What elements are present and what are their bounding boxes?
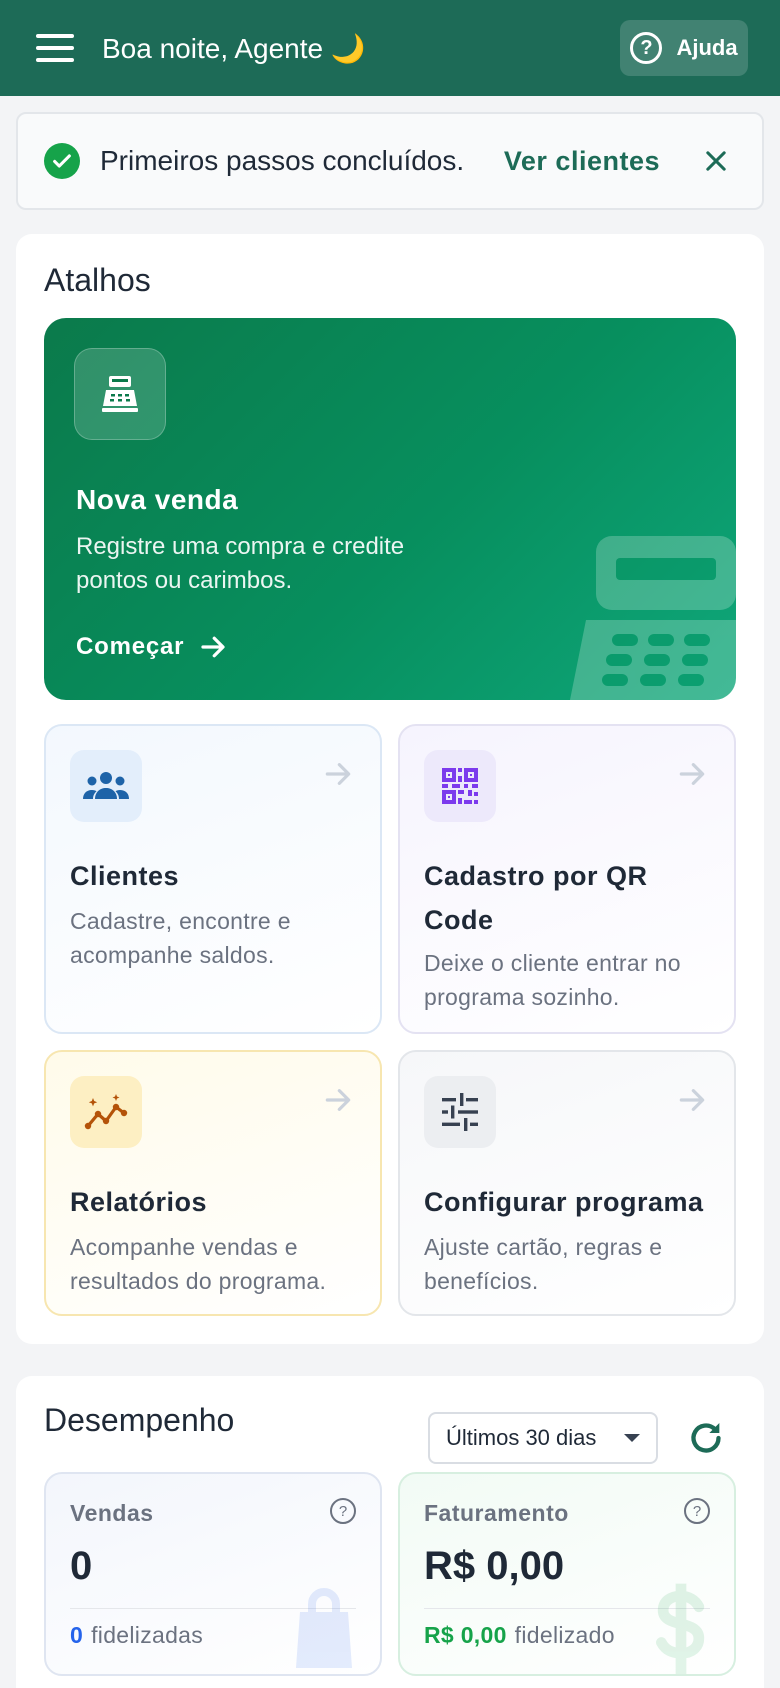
metric-subtext: R$ 0,00 fidelizado: [424, 1622, 615, 1649]
reports-card[interactable]: Relatórios Acompanhe vendas e resultados…: [44, 1050, 382, 1316]
metric-label: Vendas: [70, 1500, 154, 1526]
metric-value: R$ 0,00: [424, 1544, 565, 1588]
arrow-right-icon: [679, 1089, 705, 1111]
new-sale-card[interactable]: Nova venda Registre uma compra e credite…: [44, 318, 736, 700]
caret-down-icon: [624, 1434, 640, 1442]
help-icon[interactable]: ?: [330, 1498, 356, 1524]
shortcuts-panel: Atalhos Nova venda Registre uma compra e…: [16, 234, 764, 1344]
card-description: Acompanhe vendas e resultados do program…: [70, 1234, 327, 1294]
period-select[interactable]: Últimos 30 dias: [428, 1412, 658, 1464]
help-icon[interactable]: ?: [684, 1498, 710, 1524]
card-title: Clientes: [70, 861, 180, 891]
insights-chart-icon: [70, 1076, 142, 1148]
card-title: Relatórios: [70, 1187, 208, 1217]
metric-sub-label: fidelizado: [514, 1622, 615, 1648]
arrow-right-icon: [325, 763, 351, 785]
shortcuts-title: Atalhos: [44, 262, 151, 298]
card-description: Ajuste cartão, regras e benefícios.: [424, 1234, 663, 1294]
help-label: Ajuda: [676, 35, 738, 60]
clients-card[interactable]: Clientes Cadastre, encontre e acompanhe …: [44, 724, 382, 1034]
help-icon: ?: [630, 32, 663, 64]
arrow-right-icon: [325, 1089, 351, 1111]
new-sale-description: Registre uma compra e credite pontos ou …: [76, 533, 405, 594]
metric-sub-value: R$ 0,00: [424, 1622, 507, 1648]
metric-sub-label: fidelizadas: [91, 1622, 204, 1648]
start-button[interactable]: Começar: [76, 632, 228, 662]
qr-signup-card[interactable]: Cadastro por QR Code Deixe o cliente ent…: [398, 724, 736, 1034]
sliders-icon: [424, 1076, 496, 1148]
people-group-icon: [70, 750, 142, 822]
configure-program-card[interactable]: Configurar programa Ajuste cartão, regra…: [398, 1050, 736, 1316]
performance-title: Desempenho: [44, 1402, 235, 1438]
onboarding-banner: Primeiros passos concluídos. Ver cliente…: [16, 112, 764, 210]
arrow-right-icon: [201, 636, 225, 658]
card-title: Cadastro por QR Code: [424, 861, 648, 935]
card-description: Deixe o cliente entrar no programa sozin…: [424, 950, 681, 1010]
metric-label: Faturamento: [424, 1500, 569, 1526]
view-clients-link[interactable]: Ver clientes: [504, 146, 660, 177]
refresh-icon[interactable]: [686, 1418, 726, 1458]
help-button[interactable]: ? Ajuda: [620, 20, 748, 76]
sales-metric-card: Vendas ? 0 0 fidelizadas: [44, 1472, 382, 1676]
dollar-sign-icon: [655, 1583, 705, 1674]
cash-register-decoration-icon: [570, 536, 736, 700]
card-title: Configurar programa: [424, 1187, 704, 1217]
check-circle-icon: [44, 143, 80, 179]
card-description: Cadastre, encontre e acompanhe saldos.: [70, 908, 291, 968]
cash-register-icon: [74, 348, 166, 440]
metric-value: 0: [70, 1544, 93, 1588]
shopping-bag-icon: [296, 1588, 352, 1668]
revenue-metric-card: Faturamento ? R$ 0,00 R$ 0,00 fidelizado: [398, 1472, 736, 1676]
top-app-bar: Boa noite, Agente 🌙 ? Ajuda: [0, 0, 780, 96]
new-sale-title: Nova venda: [76, 484, 239, 515]
performance-panel: Desempenho Últimos 30 dias Vendas ? 0 0f…: [16, 1376, 764, 1688]
arrow-right-icon: [679, 763, 705, 785]
banner-message: Primeiros passos concluídos.: [100, 145, 465, 176]
close-icon[interactable]: [696, 141, 736, 181]
period-value: Últimos 30 dias: [446, 1425, 597, 1450]
qr-code-icon: [424, 750, 496, 822]
metric-sub-value: 0: [70, 1622, 84, 1648]
menu-icon[interactable]: [36, 28, 76, 68]
start-label: Começar: [76, 633, 185, 660]
metric-subtext: 0 fidelizadas: [70, 1622, 203, 1649]
